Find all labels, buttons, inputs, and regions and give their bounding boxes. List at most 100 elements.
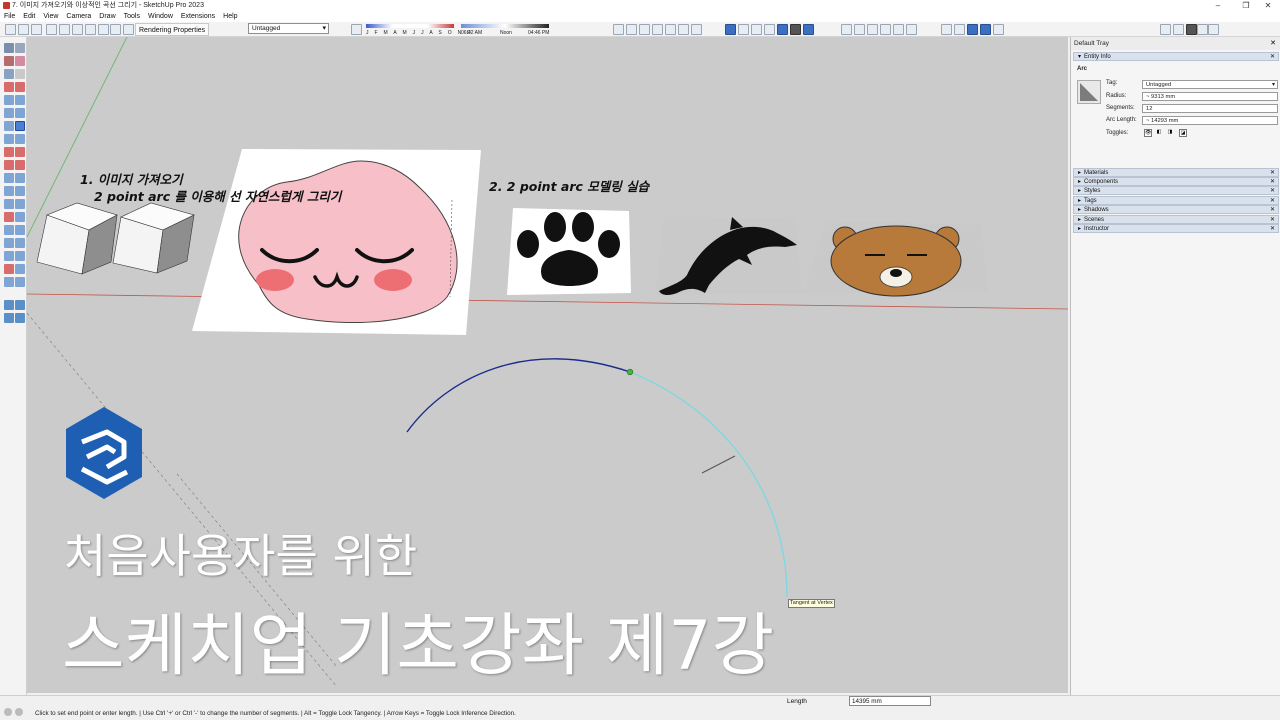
paint-bucket-icon[interactable] [4, 56, 14, 66]
tag-select[interactable]: Untagged [248, 23, 329, 34]
panel-close-icon[interactable]: ✕ [1270, 216, 1275, 224]
tray-close-icon[interactable]: ✕ [1270, 39, 1276, 47]
panel-close-icon[interactable]: ✕ [1270, 187, 1275, 195]
orbit-icon[interactable] [941, 24, 952, 35]
entity-info-header[interactable]: ▾ Entity Info ✕ [1073, 52, 1279, 61]
zoom-tool-icon[interactable] [4, 238, 14, 248]
panel-close-icon[interactable]: ✕ [1270, 169, 1275, 177]
warehouse-tool-icon[interactable] [4, 300, 14, 310]
receive-shadows-toggle-icon[interactable]: ◨ [1166, 129, 1174, 137]
white-box-2[interactable] [112, 202, 195, 274]
orbit-tool-icon[interactable] [4, 225, 14, 235]
offset-tool-icon[interactable] [15, 173, 25, 183]
right-view-icon[interactable] [652, 24, 663, 35]
close-button[interactable]: ✕ [1256, 0, 1280, 11]
pan-icon[interactable] [954, 24, 965, 35]
iso-view-icon[interactable] [613, 24, 624, 35]
print-icon[interactable] [123, 24, 134, 35]
monochrome-icon[interactable] [803, 24, 814, 35]
menu-camera[interactable]: Camera [66, 11, 91, 22]
lasso-tool-icon[interactable] [15, 43, 25, 53]
tag-field[interactable]: Untagged [1142, 80, 1278, 89]
two-point-arc-tool-icon[interactable] [15, 121, 25, 131]
shadows-panel-header[interactable]: ▸ Shadows ✕ [1073, 205, 1279, 214]
panel-close-icon[interactable]: ✕ [1270, 53, 1275, 61]
panel-close-icon[interactable]: ✕ [1270, 178, 1275, 186]
share-model-icon[interactable] [15, 300, 25, 310]
push-pull-icon[interactable] [15, 147, 25, 157]
eraser-tool-icon[interactable] [15, 56, 25, 66]
section-plane-tool-icon[interactable] [15, 277, 25, 287]
move-tool-icon[interactable] [4, 147, 14, 157]
line-tool-icon[interactable] [4, 82, 14, 92]
position-camera-icon[interactable] [4, 264, 14, 274]
warehouse-icon[interactable] [967, 24, 978, 35]
back-edges-icon[interactable] [738, 24, 749, 35]
arc-tool-icon[interactable] [4, 121, 14, 131]
segments-field[interactable]: 12 [1142, 104, 1278, 113]
wireframe-icon[interactable] [751, 24, 762, 35]
scale-tool-icon[interactable] [4, 173, 14, 183]
hidden-line-icon[interactable] [764, 24, 775, 35]
copy-icon[interactable] [59, 24, 70, 35]
previous-view-icon[interactable] [15, 251, 25, 261]
panel-close-icon[interactable]: ✕ [1270, 206, 1275, 214]
arc-start-point[interactable] [626, 368, 634, 376]
materials-panel-header[interactable]: ▸ Materials ✕ [1073, 168, 1279, 177]
menu-file[interactable]: File [4, 11, 15, 22]
peach-image[interactable] [192, 149, 481, 335]
zoom-extents-icon[interactable] [4, 251, 14, 261]
extension-warehouse-tool-icon[interactable] [4, 313, 14, 323]
credits-icon[interactable] [15, 708, 23, 716]
protractor-icon[interactable] [4, 199, 14, 209]
drawn-arc[interactable] [406, 358, 631, 433]
xray-icon[interactable] [725, 24, 736, 35]
menu-window[interactable]: Window [148, 11, 173, 22]
zoom-window-icon[interactable] [15, 238, 25, 248]
left-view-icon[interactable] [678, 24, 689, 35]
freehand-tool-icon[interactable] [15, 82, 25, 92]
paw-image[interactable] [507, 208, 631, 295]
circle-tool-icon[interactable] [4, 108, 14, 118]
erase-icon[interactable] [85, 24, 96, 35]
rotated-rectangle-icon[interactable] [15, 95, 25, 105]
menu-tools[interactable]: Tools [124, 11, 140, 22]
pie-tool-icon[interactable] [15, 134, 25, 144]
undo-icon[interactable] [98, 24, 109, 35]
menu-draw[interactable]: Draw [99, 11, 115, 22]
rotate-tool-icon[interactable] [4, 160, 14, 170]
visibility-toggle-icon[interactable]: 👁 [1144, 129, 1152, 137]
section-cuts-icon[interactable] [867, 24, 878, 35]
shaded-icon[interactable] [777, 24, 788, 35]
menu-view[interactable]: View [43, 11, 58, 22]
menu-edit[interactable]: Edit [23, 11, 35, 22]
make-component-icon[interactable] [4, 69, 14, 79]
cut-icon[interactable] [46, 24, 57, 35]
components-panel-header[interactable]: ▸ Components ✕ [1073, 177, 1279, 186]
panel-close-icon[interactable]: ✕ [1270, 225, 1275, 233]
refresh-icon[interactable] [1173, 24, 1184, 35]
menu-help[interactable]: Help [223, 11, 237, 22]
tags-panel-header[interactable]: ▸ Tags ✕ [1073, 196, 1279, 205]
document-icon[interactable] [1208, 24, 1219, 35]
axes-tool-icon[interactable] [4, 212, 14, 222]
panel-close-icon[interactable]: ✕ [1270, 197, 1275, 205]
redo-icon[interactable] [110, 24, 121, 35]
minimize-button[interactable]: – [1206, 0, 1230, 11]
geo-location-icon[interactable] [4, 708, 12, 716]
rendering-properties-button[interactable]: Rendering Properties [135, 23, 210, 36]
front-view-icon[interactable] [639, 24, 650, 35]
polygon-tool-icon[interactable] [15, 108, 25, 118]
section-display-icon[interactable] [854, 24, 865, 35]
instructor-panel-header[interactable]: ▸ Instructor ✕ [1073, 224, 1279, 233]
dolphin-image[interactable] [655, 217, 802, 296]
section-plane-icon[interactable] [841, 24, 852, 35]
layout-icon[interactable] [993, 24, 1004, 35]
cast-shadows-toggle-icon[interactable]: ◧ [1155, 129, 1163, 137]
rectangle-tool-icon[interactable] [4, 95, 14, 105]
extension-warehouse-icon[interactable] [980, 24, 991, 35]
walk-tool-icon[interactable] [15, 264, 25, 274]
section-icon-2[interactable] [906, 24, 917, 35]
tape-measure-icon[interactable] [4, 186, 14, 196]
soften-toggle-icon[interactable]: ◪ [1179, 129, 1187, 137]
